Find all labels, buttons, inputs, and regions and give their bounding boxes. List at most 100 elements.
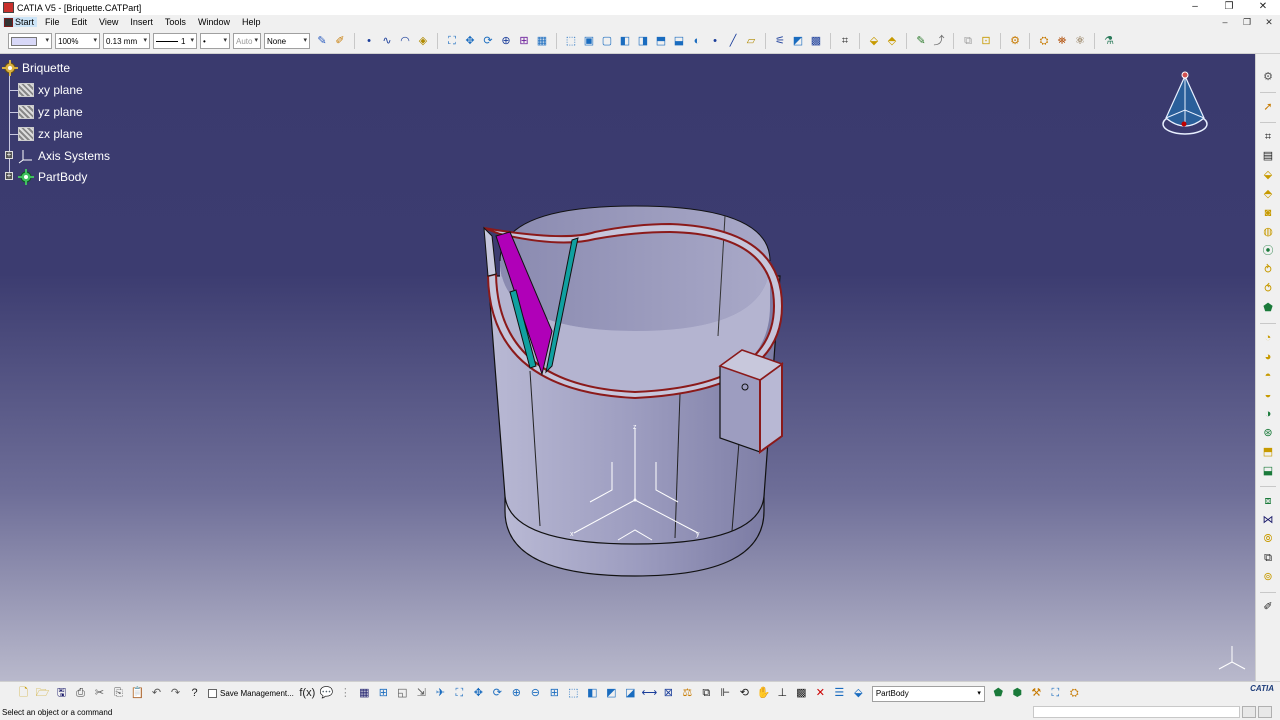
tree-item-zx-plane[interactable]: zx plane <box>18 126 83 142</box>
pocket-icon[interactable]: ⬘ <box>884 33 900 49</box>
split-icon[interactable]: ⬒ <box>1260 445 1276 461</box>
measure-item-icon[interactable]: ⊠ <box>660 686 676 702</box>
menu-start[interactable]: Start <box>3 17 38 27</box>
fly-mode-icon[interactable]: ✈ <box>432 686 448 702</box>
thick-surface-icon[interactable]: ⬓ <box>1260 464 1276 480</box>
gear-icon[interactable]: ⚙ <box>1260 70 1276 86</box>
doc-restore-button[interactable]: ❐ <box>1236 15 1258 29</box>
knowledge-icon[interactable]: ⚛ <box>1072 33 1088 49</box>
cut-icon[interactable]: ✂ <box>92 686 108 702</box>
tree-item-partbody[interactable]: PartBody <box>18 169 87 185</box>
loft-icon[interactable]: ⬟ <box>1260 301 1276 317</box>
left-view-icon[interactable]: ◧ <box>617 33 633 49</box>
chamfer-icon[interactable]: ◕ <box>1260 350 1276 366</box>
shell-icon[interactable]: ◒ <box>1260 388 1276 404</box>
menu-file[interactable]: File <box>45 17 60 27</box>
minimize-button[interactable]: – <box>1178 0 1212 15</box>
image-icon[interactable]: ⬢ <box>1009 686 1025 702</box>
pad-icon[interactable]: ⬙ <box>1260 168 1276 184</box>
axis-icon[interactable]: ⊥ <box>774 686 790 702</box>
point-icon[interactable]: • <box>361 33 377 49</box>
plane-tool-icon[interactable]: ▱ <box>743 33 759 49</box>
power-input-field[interactable] <box>1033 706 1240 718</box>
constraint-icon[interactable]: ⊡ <box>978 33 994 49</box>
zoom-in-icon[interactable]: ⊕ <box>508 686 524 702</box>
tree-item-axis-systems[interactable]: Axis Systems <box>18 148 110 164</box>
hide-show-icon[interactable]: ◩ <box>603 686 619 702</box>
publish-icon[interactable]: ◱ <box>394 686 410 702</box>
mirror-icon[interactable]: ⋈ <box>1260 513 1276 529</box>
new-file-icon[interactable]: 🗋 <box>16 686 32 702</box>
thickness-icon[interactable]: ◑ <box>1260 407 1276 423</box>
measure-inertia-icon[interactable]: ⚖ <box>679 686 695 702</box>
menu-edit[interactable]: Edit <box>72 17 88 27</box>
restore-button[interactable]: ❐ <box>1212 0 1246 15</box>
translate-icon[interactable]: ⧈ <box>1260 494 1276 510</box>
line-thickness-combo[interactable]: 0.13 mm ▾ <box>103 33 150 49</box>
pan-icon[interactable]: ✥ <box>462 33 478 49</box>
list-icon[interactable]: ☰ <box>831 686 847 702</box>
fillet-icon[interactable]: ◔ <box>1260 331 1276 347</box>
spline-icon[interactable]: ∿ <box>379 33 395 49</box>
back-view-icon[interactable]: ▢ <box>599 33 615 49</box>
macro-icon[interactable]: ⚗ <box>1101 33 1117 49</box>
shading-icon[interactable]: ◐ <box>689 33 705 49</box>
power-input-button[interactable] <box>1242 706 1256 718</box>
line-icon[interactable]: ╱ <box>725 33 741 49</box>
hole-icon[interactable]: ⦿ <box>1260 244 1276 260</box>
paint-icon[interactable]: ⛶ <box>1047 686 1063 702</box>
top-view-icon[interactable]: ⬒ <box>653 33 669 49</box>
open-file-icon[interactable]: 🗁 <box>35 686 51 702</box>
slot-icon[interactable]: ⥀ <box>1260 282 1276 298</box>
redo-icon[interactable]: ↷ <box>168 686 184 702</box>
measure-between-icon[interactable]: ⟷ <box>641 686 657 702</box>
isolate-icon[interactable]: ⬙ <box>850 686 866 702</box>
point-marker-icon[interactable]: • <box>707 33 723 49</box>
current-body-combo[interactable]: PartBody ▾ <box>871 685 985 702</box>
close-button[interactable]: ✕ <box>1246 0 1280 15</box>
fit-all-icon[interactable]: ⛶ <box>451 686 467 702</box>
bottom-view-icon[interactable]: ⬓ <box>671 33 687 49</box>
rib-icon[interactable]: ⥁ <box>1260 263 1276 279</box>
zoom-icon[interactable]: ⊕ <box>498 33 514 49</box>
save-icon[interactable]: 🖫 <box>54 686 70 702</box>
tree-expand-icon[interactable]: ⇲ <box>413 686 429 702</box>
grid-icon[interactable]: ▩ <box>793 686 809 702</box>
layer-combo[interactable]: None ▾ <box>264 33 310 49</box>
menu-insert[interactable]: Insert <box>130 17 153 27</box>
copy-icon[interactable]: ⎘ <box>111 686 127 702</box>
select-arrow-icon[interactable]: ➚ <box>1260 100 1276 116</box>
pocket-icon[interactable]: ⬘ <box>1260 187 1276 203</box>
iso-view-icon[interactable]: ⬚ <box>563 33 579 49</box>
measure-icon[interactable]: ⚟ <box>772 33 788 49</box>
surface-icon[interactable]: ◈ <box>415 33 431 49</box>
menu-help[interactable]: Help <box>242 17 261 27</box>
doc-minimize-button[interactable]: – <box>1214 15 1236 29</box>
pan-icon[interactable]: ✥ <box>470 686 486 702</box>
snap-icon[interactable]: ✕ <box>812 686 828 702</box>
tools-icon[interactable]: ⚒ <box>1028 686 1044 702</box>
print-icon[interactable]: ⎙ <box>73 686 89 702</box>
analysis-icon[interactable]: ⧉ <box>960 33 976 49</box>
grid-icon[interactable]: ▩ <box>808 33 824 49</box>
properties-painter-icon[interactable]: ✐ <box>332 33 348 49</box>
transparency-combo[interactable]: 100% ▾ <box>55 33 100 49</box>
thread-icon[interactable]: ⊛ <box>1260 426 1276 442</box>
sketch-icon[interactable]: ⌗ <box>837 33 853 49</box>
save-management-checkbox[interactable] <box>208 689 217 698</box>
scale-icon[interactable]: ⧉ <box>1260 551 1276 567</box>
groove-icon[interactable]: ◍ <box>1260 225 1276 241</box>
draft-icon[interactable]: ◓ <box>1260 369 1276 385</box>
swap-visible-space-icon[interactable]: ◪ <box>622 686 638 702</box>
formula-icon[interactable]: f(x) <box>299 686 315 702</box>
manipulate-icon[interactable]: ✋ <box>755 686 771 702</box>
table-icon[interactable]: ▦ <box>356 686 372 702</box>
annotation-icon[interactable]: ✐ <box>1260 600 1276 616</box>
hide-show-icon[interactable]: ◩ <box>790 33 806 49</box>
constraint-icon[interactable]: ⊩ <box>717 686 733 702</box>
line-type-combo[interactable]: 1 ▾ <box>153 33 197 49</box>
macro-icon[interactable]: ⋮ <box>337 686 353 702</box>
normal-view-icon[interactable]: ⊞ <box>546 686 562 702</box>
undo-icon[interactable]: ↶ <box>149 686 165 702</box>
power-input-stop-button[interactable] <box>1258 706 1272 718</box>
